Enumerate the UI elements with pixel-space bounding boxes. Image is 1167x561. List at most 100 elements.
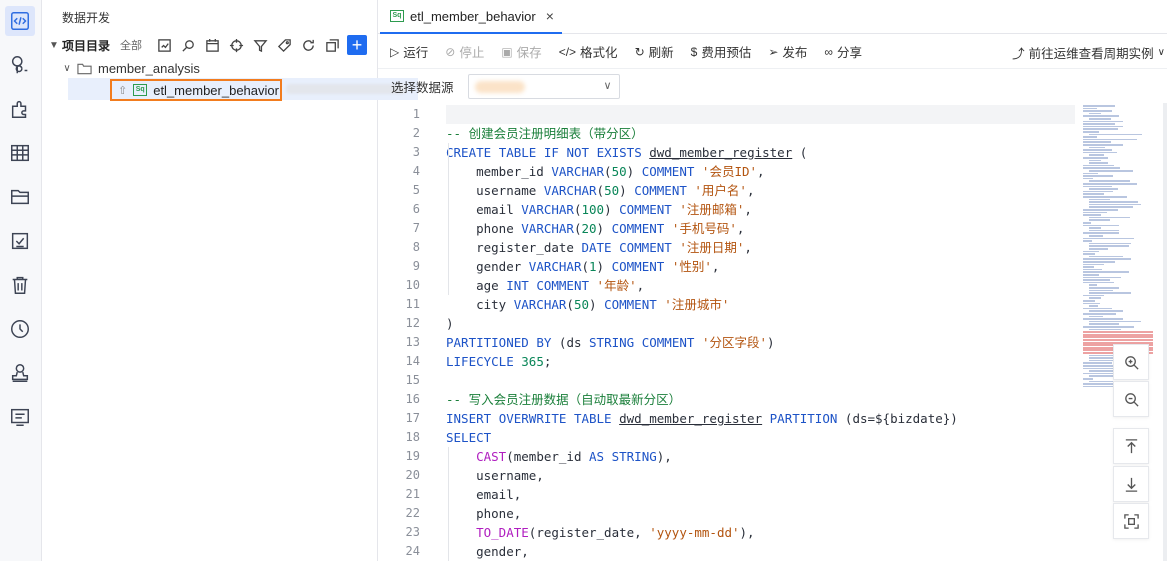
minimap-line [1083,193,1104,195]
save-button[interactable]: ▣ 保存 [501,42,541,61]
collapse-all-icon[interactable] [323,36,341,54]
folder-label: member_analysis [98,60,200,76]
tree-folder[interactable]: ∨ member_analysis [60,58,200,78]
code-line[interactable]: phone, [446,504,521,523]
minimap-line [1083,110,1113,112]
close-icon[interactable]: × [546,8,554,24]
line-number: 15 [405,373,420,387]
ide-window: 数据开发 ▼ 项目目录 全部 + ∨ member_analysis ⇧ Sq … [0,0,1167,561]
run-button[interactable]: ▷ 运行 [390,42,428,61]
code-line[interactable]: SELECT [446,428,491,447]
share-button[interactable]: ∞ 分享 [824,42,862,61]
cost-estimate-button[interactable]: $ 费用预估 [691,42,752,61]
minimap-line [1083,237,1135,240]
code-line[interactable]: age INT COMMENT '年龄', [446,276,644,295]
chevron-down-icon: ∨ [603,79,612,92]
data-dev-icon[interactable] [5,6,35,36]
publish-button[interactable]: ➢ 发布 [768,42,807,61]
stop-label: 停止 [459,46,485,60]
line-number: 9 [412,259,420,273]
fit-screen-button[interactable] [1113,503,1149,539]
minimap-line [1083,326,1134,328]
send-icon: ➢ [768,44,779,59]
code-line[interactable]: ) [446,314,454,333]
minimap-line [1083,318,1123,320]
minimap-line [1083,125,1124,128]
folder-icon[interactable] [5,182,35,212]
minimap-line [1089,284,1098,286]
target-icon[interactable] [227,36,245,54]
scroll-top-button[interactable] [1113,428,1149,464]
dashboard-icon[interactable] [155,36,173,54]
code-line[interactable]: LIFECYCLE 365; [446,352,551,371]
refresh-icon: ↻ [634,44,645,59]
line-number: 24 [405,544,420,558]
code-line[interactable]: email, [446,485,521,504]
code-line[interactable]: member_id VARCHAR(50) COMMENT '会员ID', [446,162,764,181]
minimap-line [1083,211,1107,214]
code-line[interactable]: -- 写入会员注册数据（自动取最新分区） [446,390,681,409]
minimap-line [1083,253,1095,255]
code-line[interactable]: username, [446,466,544,485]
minimap-line [1089,219,1110,221]
datasource-select[interactable]: ∨ [467,73,620,99]
sql-file-icon: Sq [390,10,404,22]
code-line[interactable]: TO_DATE(register_date, 'yyyy-mm-dd'), [446,523,754,542]
add-button[interactable]: + [347,35,367,55]
code-line[interactable]: CREATE TABLE IF NOT EXISTS dwd_member_re… [446,143,807,162]
stamp-icon[interactable] [5,358,35,388]
trash-icon[interactable] [5,270,35,300]
filter-all-label[interactable]: 全部 [120,37,142,53]
zoom-in-button[interactable] [1113,344,1149,380]
filter-icon[interactable] [251,36,269,54]
code-line[interactable]: -- 创建会员注册明细表（带分区） [446,124,644,143]
line-number: 11 [405,297,420,311]
code-line[interactable]: CAST(member_id AS STRING), [446,447,672,466]
zoom-out-button[interactable] [1113,381,1149,417]
tree-file-selected[interactable]: ⇧ Sq etl_member_behavior [68,78,418,101]
code-line[interactable]: gender VARCHAR(1) COMMENT '性别', [446,257,719,276]
line-number: 18 [405,430,420,444]
stop-button[interactable]: ⊘ 停止 [445,42,484,61]
ops-instances-link[interactable]: ⤴ 前往运维查看周期实例 ∨ [1012,43,1165,62]
tab-etl-member-behavior[interactable]: Sq etl_member_behavior × [380,0,562,34]
code-line[interactable]: register_date DATE COMMENT '注册日期', [446,238,752,257]
line-number: 3 [412,145,420,159]
save-label: 保存 [516,46,542,60]
checklist-icon[interactable] [5,226,35,256]
pipeline-icon[interactable] [5,50,35,80]
clock-icon[interactable] [5,314,35,344]
line-number: 16 [405,392,420,406]
tab-bar: Sq etl_member_behavior × [378,0,1167,34]
code-line[interactable]: city VARCHAR(50) COMMENT '注册城市' [446,295,729,314]
code-line[interactable]: INSERT OVERWRITE TABLE dwd_member_regist… [446,409,958,428]
code-line[interactable]: phone VARCHAR(20) COMMENT '手机号码', [446,219,744,238]
minimap-line [1083,105,1115,107]
code-line[interactable]: gender, [446,542,529,561]
format-button[interactable]: </> 格式化 [559,42,618,61]
code-line[interactable]: username VARCHAR(50) COMMENT '用户名', [446,181,754,200]
table-icon[interactable] [5,138,35,168]
chevron-down-icon[interactable]: ∨ [60,63,74,74]
refresh-button[interactable]: ↻ 刷新 [635,42,674,61]
minimap-line [1083,164,1114,167]
minimap-line [1089,133,1143,136]
minimap-line [1089,154,1105,156]
scroll-bottom-button[interactable] [1113,466,1149,502]
puzzle-icon[interactable] [5,94,35,124]
chevron-down-icon[interactable]: ▼ [47,40,61,51]
refresh-icon[interactable] [299,36,317,54]
search-icon[interactable] [179,36,197,54]
sql-file-icon: Sq [133,84,148,96]
code-editor[interactable]: 1 2 -- 创建会员注册明细表（带分区） 3 CREATE TABLE IF NOT … [378,103,1075,561]
console-icon[interactable] [5,402,35,432]
minimap-line [1089,297,1101,299]
calendar-icon[interactable] [203,36,221,54]
editor-area: Sq etl_member_behavior × ▷ 运行 ⊘ 停止 ▣ 保存 </>… [378,0,1167,561]
file-item-highlight[interactable]: ⇧ Sq etl_member_behavior [110,79,282,101]
code-line[interactable]: PARTITIONED BY (ds STRING COMMENT '分区字段'… [446,333,775,352]
code-line[interactable]: email VARCHAR(100) COMMENT '注册邮箱', [446,200,752,219]
project-directory-label[interactable]: 项目目录 [62,37,110,54]
tag-icon[interactable] [275,36,293,54]
scrollbar[interactable] [1163,103,1167,561]
